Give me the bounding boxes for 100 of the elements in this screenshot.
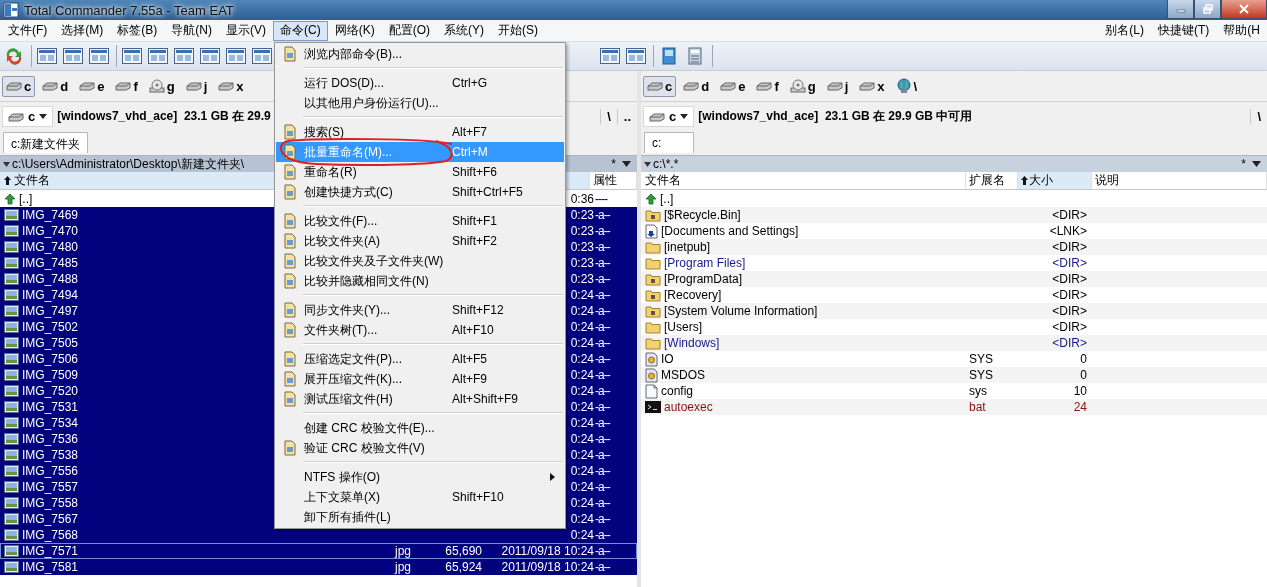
file-date: 2011/09/18 10:24 <box>501 544 594 558</box>
file-date: 0:24 <box>570 416 594 430</box>
file-attr: -a-- <box>595 320 610 334</box>
file-attr: -a-- <box>595 400 610 414</box>
file-attr: -a-- <box>595 368 610 382</box>
path-text: c:\*.* <box>653 157 679 171</box>
file-size: <DIR> <box>1052 208 1087 222</box>
file-name: MSDOS <box>661 368 705 382</box>
file-date: 0:24 <box>570 464 594 478</box>
file-name: IMG_7568 <box>22 528 79 542</box>
file-size: 0 <box>1080 368 1087 382</box>
file-name: [Windows] <box>664 336 720 350</box>
file-name: IMG_7567 <box>22 512 79 526</box>
file-date: 0:24 <box>570 288 594 302</box>
file-date: 0:24 <box>570 432 594 446</box>
file-date: 0:24 <box>570 320 594 334</box>
file-attr: -a-- <box>595 528 610 542</box>
file-ext: jpg <box>395 560 411 574</box>
file-size: 24 <box>1073 400 1087 414</box>
file-name: IMG_7502 <box>22 320 79 334</box>
file-date: 0:23 <box>570 256 594 270</box>
file-name: IMG_7581 <box>22 560 79 574</box>
file-name: [Program Files] <box>664 256 746 270</box>
file-attr: -a-- <box>595 560 610 574</box>
file-date: 0:23 <box>570 224 594 238</box>
file-date: 0:23 <box>570 240 594 254</box>
file-date: 0:24 <box>570 336 594 350</box>
file-name: IMG_7509 <box>22 368 79 382</box>
file-ext: SYS <box>969 368 993 382</box>
file-date: 0:36 <box>570 192 594 206</box>
file-ext: SYS <box>969 352 993 366</box>
file-attr: -a-- <box>595 384 610 398</box>
file-date: 0:24 <box>570 496 594 510</box>
file-size: 65,690 <box>445 544 482 558</box>
file-ext: bat <box>969 400 986 414</box>
file-name: [System Volume Information] <box>664 304 818 318</box>
file-name: autoexec <box>664 400 713 414</box>
file-name: IMG_7557 <box>22 480 79 494</box>
file-attr: -a-- <box>595 336 610 350</box>
file-name: IMG_7470 <box>22 224 79 238</box>
file-attr: -a-- <box>595 208 610 222</box>
file-size: 0 <box>1080 352 1087 366</box>
file-name: [Documents and Settings] <box>661 224 799 238</box>
file-attr: -a-- <box>595 224 610 238</box>
file-attr: -a-- <box>595 288 610 302</box>
file-date: 2011/09/18 10:24 <box>501 560 594 574</box>
file-name: IMG_7469 <box>22 208 79 222</box>
file-attr: -a-- <box>595 496 610 510</box>
file-name: IMG_7556 <box>22 464 79 478</box>
file-date: 0:24 <box>570 400 594 414</box>
file-name: [..] <box>660 192 674 206</box>
file-attr: -a-- <box>595 480 610 494</box>
file-date: 0:24 <box>570 384 594 398</box>
file-name: IMG_7538 <box>22 448 79 462</box>
file-size: <LNK> <box>1049 224 1087 238</box>
file-name: IMG_7505 <box>22 336 79 350</box>
file-name: IMG_7494 <box>22 288 79 302</box>
file-name: IMG_7506 <box>22 352 79 366</box>
file-name: IMG_7536 <box>22 432 79 446</box>
file-attr: -a-- <box>595 512 610 526</box>
file-size: <DIR> <box>1052 240 1087 254</box>
file-date: 0:24 <box>570 512 594 526</box>
file-attr: -a-- <box>595 544 610 558</box>
file-name: config <box>661 384 694 398</box>
file-attr: -a-- <box>595 272 610 286</box>
file-name: IMG_7497 <box>22 304 79 318</box>
file-name: [inetpub] <box>664 240 711 254</box>
file-attr: -a-- <box>595 432 610 446</box>
file-date: 0:24 <box>570 368 594 382</box>
file-date: 0:23 <box>570 272 594 286</box>
file-attr: -a-- <box>595 256 610 270</box>
path-text: c:\Users\Administrator\Desktop\新建文件夹\ <box>12 155 245 173</box>
file-attr: ---- <box>595 192 607 206</box>
file-name: IO <box>661 352 674 366</box>
file-name: [ProgramData] <box>664 272 743 286</box>
file-date: 0:24 <box>570 528 594 542</box>
file-date: 0:23 <box>570 208 594 222</box>
file-date: 0:24 <box>570 480 594 494</box>
file-name: IMG_7531 <box>22 400 79 414</box>
file-size: <DIR> <box>1052 256 1087 270</box>
file-name: [..] <box>19 192 33 206</box>
file-size: 65,924 <box>445 560 482 574</box>
file-date: 0:24 <box>570 448 594 462</box>
file-name: IMG_7520 <box>22 384 79 398</box>
file-size: <DIR> <box>1052 320 1087 334</box>
file-attr: -a-- <box>595 416 610 430</box>
file-name: [Users] <box>664 320 702 334</box>
file-attr: -a-- <box>595 240 610 254</box>
file-name: IMG_7558 <box>22 496 79 510</box>
file-size: <DIR> <box>1052 288 1087 302</box>
file-name: [Recovery] <box>664 288 722 302</box>
file-name: IMG_7534 <box>22 416 79 430</box>
file-size: <DIR> <box>1052 272 1087 286</box>
file-name: IMG_7488 <box>22 272 79 286</box>
file-attr: -a-- <box>595 352 610 366</box>
file-size: 10 <box>1073 384 1087 398</box>
file-name: [$Recycle.Bin] <box>664 208 741 222</box>
file-attr: -a-- <box>595 448 610 462</box>
file-name: IMG_7480 <box>22 240 79 254</box>
file-size: <DIR> <box>1052 304 1087 318</box>
